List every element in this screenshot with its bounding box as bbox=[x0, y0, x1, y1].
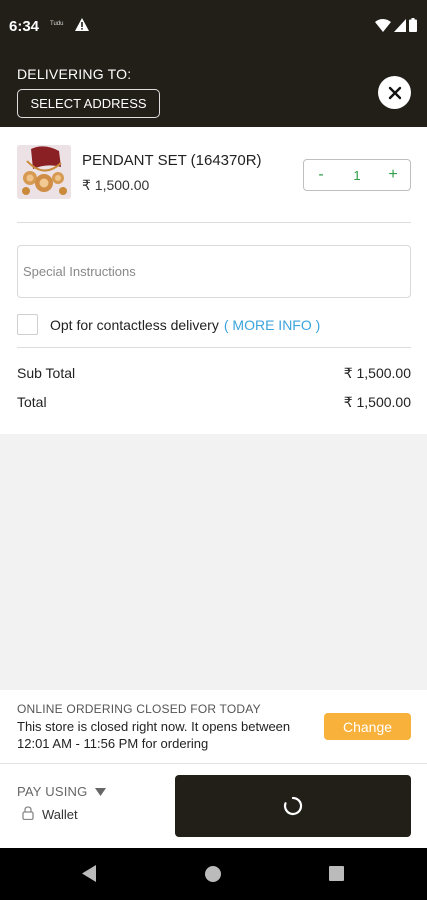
close-icon bbox=[388, 86, 401, 99]
contactless-checkbox[interactable] bbox=[17, 314, 38, 335]
product-name: PENDANT SET (164370R) bbox=[82, 152, 262, 169]
wifi-icon bbox=[375, 18, 391, 37]
cell-signal-icon bbox=[394, 18, 406, 37]
product-price: ₹ 1,500.00 bbox=[82, 177, 150, 193]
total-row: Total ₹ 1,500.00 bbox=[17, 394, 411, 411]
contactless-label: Opt for contactless delivery bbox=[50, 316, 219, 333]
total-label: Total bbox=[17, 394, 47, 410]
payment-bar: PAY USING Wallet bbox=[0, 764, 427, 848]
caret-down-icon bbox=[95, 784, 107, 799]
change-button[interactable]: Change bbox=[324, 713, 411, 740]
close-button[interactable] bbox=[378, 76, 411, 109]
total-value: ₹ 1,500.00 bbox=[343, 394, 411, 410]
subtotal-row: Sub Total ₹ 1,500.00 bbox=[17, 365, 411, 382]
quantity-stepper: - 1 + bbox=[303, 159, 411, 191]
decrease-quantity-button[interactable]: - bbox=[314, 166, 328, 184]
delivery-header: DELIVERING TO: SELECT ADDRESS bbox=[0, 56, 427, 127]
divider bbox=[17, 222, 411, 223]
battery-icon bbox=[409, 18, 417, 37]
recent-apps-icon[interactable] bbox=[329, 866, 344, 881]
product-image[interactable] bbox=[17, 145, 71, 199]
subtotal-label: Sub Total bbox=[17, 365, 76, 381]
loading-spinner-icon bbox=[283, 796, 303, 816]
special-instructions-input[interactable] bbox=[17, 245, 411, 298]
divider bbox=[17, 347, 411, 348]
system-nav-bar bbox=[0, 848, 427, 900]
subtotal-value: ₹ 1,500.00 bbox=[343, 365, 411, 381]
payment-method: Wallet bbox=[22, 806, 78, 823]
payment-method-label: Wallet bbox=[42, 807, 78, 822]
increase-quantity-button[interactable]: + bbox=[386, 166, 400, 184]
home-icon[interactable] bbox=[205, 866, 221, 882]
closed-message: This store is closed right now. It opens… bbox=[17, 719, 291, 751]
status-time: 6:34 bbox=[9, 18, 40, 35]
closed-title: ONLINE ORDERING CLOSED FOR TODAY bbox=[17, 702, 261, 716]
status-notification-text: Tudu bbox=[50, 21, 64, 27]
back-icon[interactable] bbox=[82, 865, 97, 887]
delivering-to-label: DELIVERING TO: bbox=[17, 66, 132, 82]
status-icons bbox=[375, 18, 417, 37]
more-info-link[interactable]: ( MORE INFO ) bbox=[224, 317, 320, 333]
lock-icon bbox=[22, 806, 34, 823]
store-closed-notice: ONLINE ORDERING CLOSED FOR TODAY This st… bbox=[0, 690, 427, 763]
contactless-delivery-row: Opt for contactless delivery ( MORE INFO… bbox=[17, 314, 320, 335]
quantity-value: 1 bbox=[353, 167, 361, 183]
status-bar: 6:34 Tudu bbox=[0, 0, 427, 56]
place-order-button[interactable] bbox=[175, 775, 411, 837]
pay-using-label: PAY USING bbox=[17, 784, 88, 799]
cart-card: PENDANT SET (164370R) ₹ 1,500.00 - 1 + O… bbox=[0, 127, 427, 434]
select-address-button[interactable]: SELECT ADDRESS bbox=[17, 89, 160, 118]
pay-using-selector[interactable]: PAY USING bbox=[17, 784, 107, 799]
warning-icon bbox=[74, 17, 90, 37]
